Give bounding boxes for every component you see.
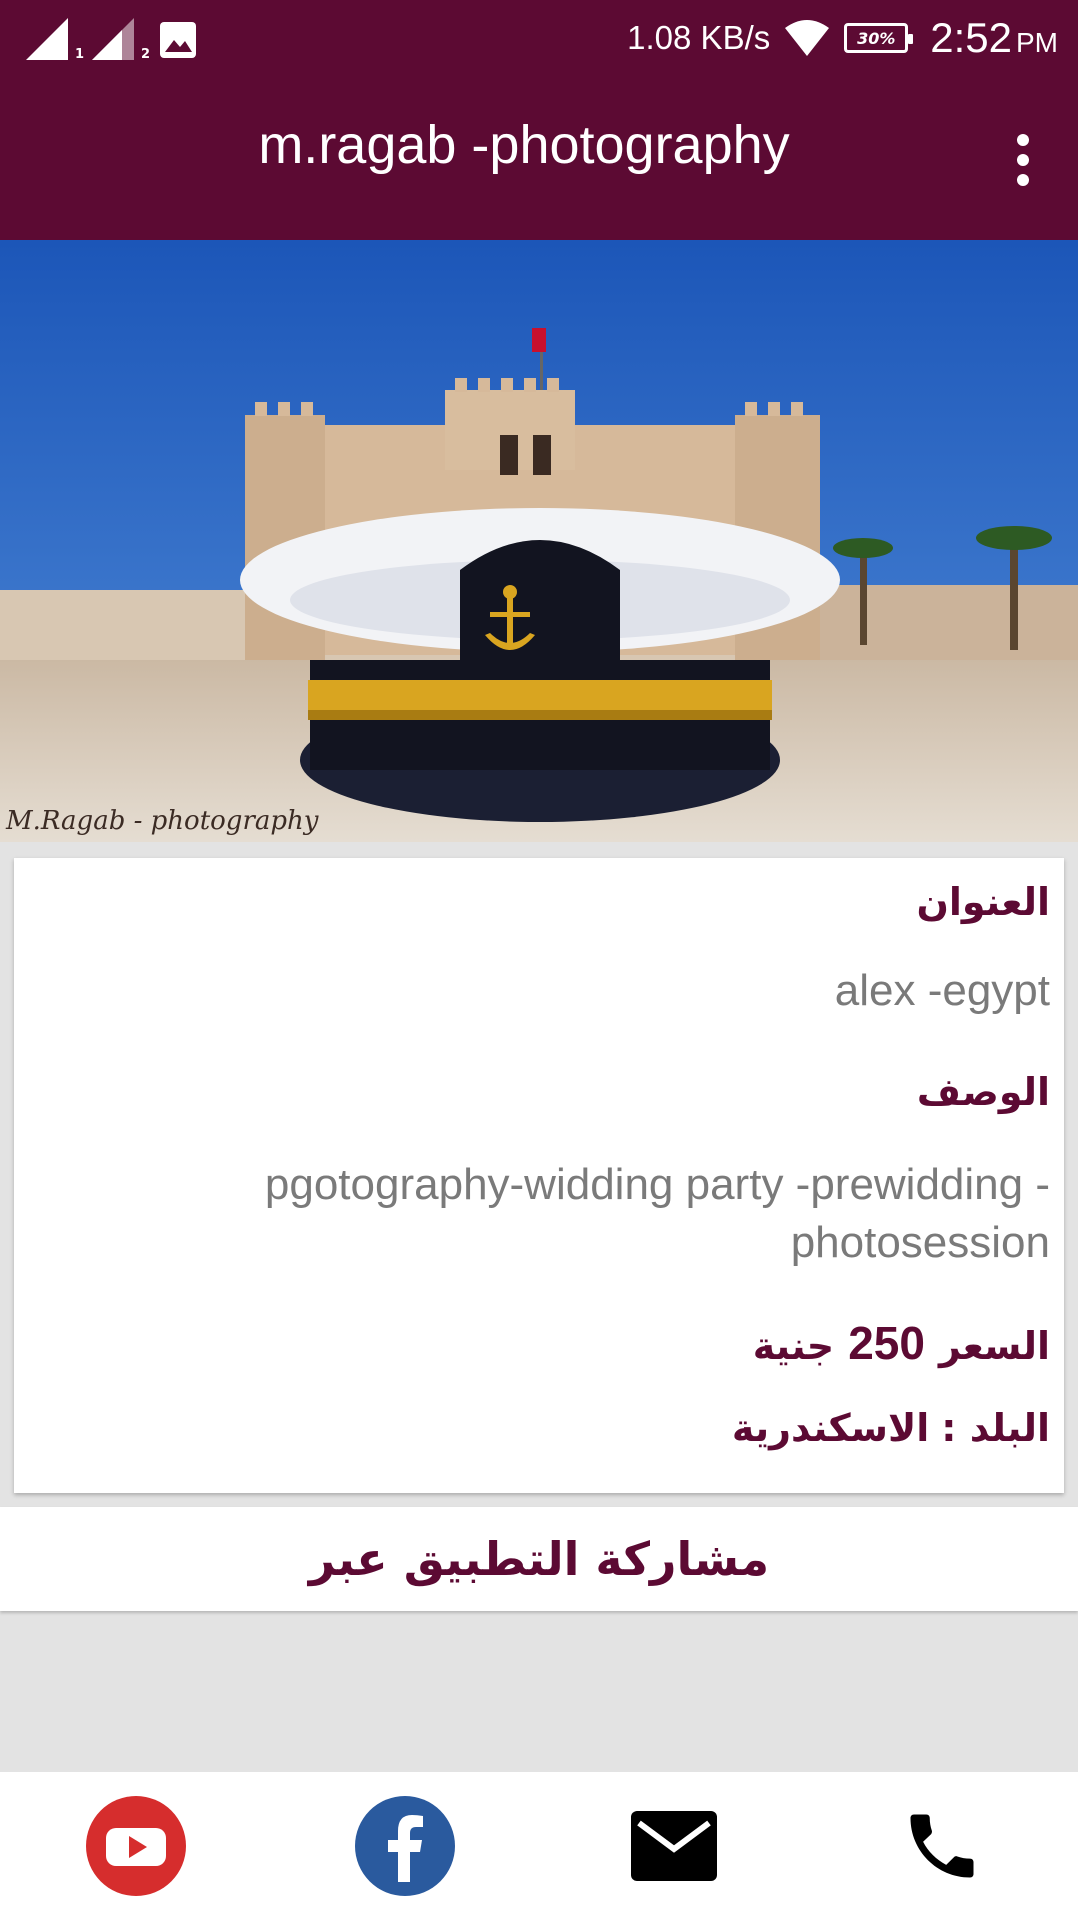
description-label: الوصف bbox=[916, 1070, 1050, 1114]
hero-photo bbox=[0, 240, 1078, 842]
price-value: 250 bbox=[848, 1317, 925, 1369]
share-app-button[interactable]: مشاركة التطبيق عبر bbox=[0, 1507, 1078, 1611]
sim1-label: 1 bbox=[74, 47, 84, 62]
price-currency: جنية bbox=[752, 1324, 835, 1368]
price-row: السعر 250 جنية bbox=[753, 1316, 1050, 1370]
battery-level: 30% bbox=[857, 28, 896, 48]
bottom-nav bbox=[0, 1772, 1078, 1920]
overflow-menu-icon[interactable] bbox=[1008, 130, 1038, 190]
youtube-button[interactable] bbox=[84, 1794, 188, 1898]
address-label: العنوان bbox=[916, 880, 1050, 924]
network-speed: 1.08 KB/s bbox=[627, 19, 771, 56]
email-button[interactable] bbox=[622, 1794, 726, 1898]
sim2-label: 2 bbox=[140, 47, 150, 62]
hero-image: M.Ragab - photography bbox=[0, 240, 1078, 842]
status-bar: 1 2 1.08 KB/s 30% 2:52 PM bbox=[0, 0, 1078, 76]
clock-ampm: PM bbox=[1016, 27, 1058, 58]
country-value: الاسكندرية bbox=[731, 1406, 930, 1450]
signal-icon: 2 bbox=[92, 18, 150, 62]
phone-icon bbox=[910, 1814, 974, 1878]
hero-watermark: M.Ragab - photography bbox=[6, 806, 319, 836]
wifi-icon bbox=[785, 20, 830, 56]
email-icon bbox=[631, 1811, 717, 1881]
country-label: البلد : bbox=[941, 1406, 1050, 1450]
clock: 2:52 PM bbox=[930, 14, 1058, 62]
description-value: pgotography-widding party -prewidding -p… bbox=[264, 1160, 1050, 1267]
share-app-label: مشاركة التطبيق عبر bbox=[308, 1532, 770, 1586]
facebook-button[interactable] bbox=[353, 1794, 457, 1898]
app-bar: m.ragab -photography bbox=[0, 76, 1078, 240]
gallery-icon bbox=[160, 22, 196, 58]
clock-time: 2:52 bbox=[930, 14, 1012, 61]
youtube-icon bbox=[86, 1796, 186, 1896]
address-value: alex -egypt bbox=[834, 966, 1050, 1015]
country-row: البلد : الاسكندرية bbox=[732, 1406, 1050, 1450]
phone-button[interactable] bbox=[890, 1794, 994, 1898]
battery-icon: 30% bbox=[844, 23, 914, 53]
details-card: العنوان alex -egypt الوصف pgotography-wi… bbox=[14, 858, 1064, 1493]
facebook-icon bbox=[355, 1796, 455, 1896]
price-label: السعر bbox=[938, 1324, 1050, 1368]
signal-icon: 1 bbox=[26, 18, 84, 62]
app-title: m.ragab -photography bbox=[258, 115, 790, 175]
